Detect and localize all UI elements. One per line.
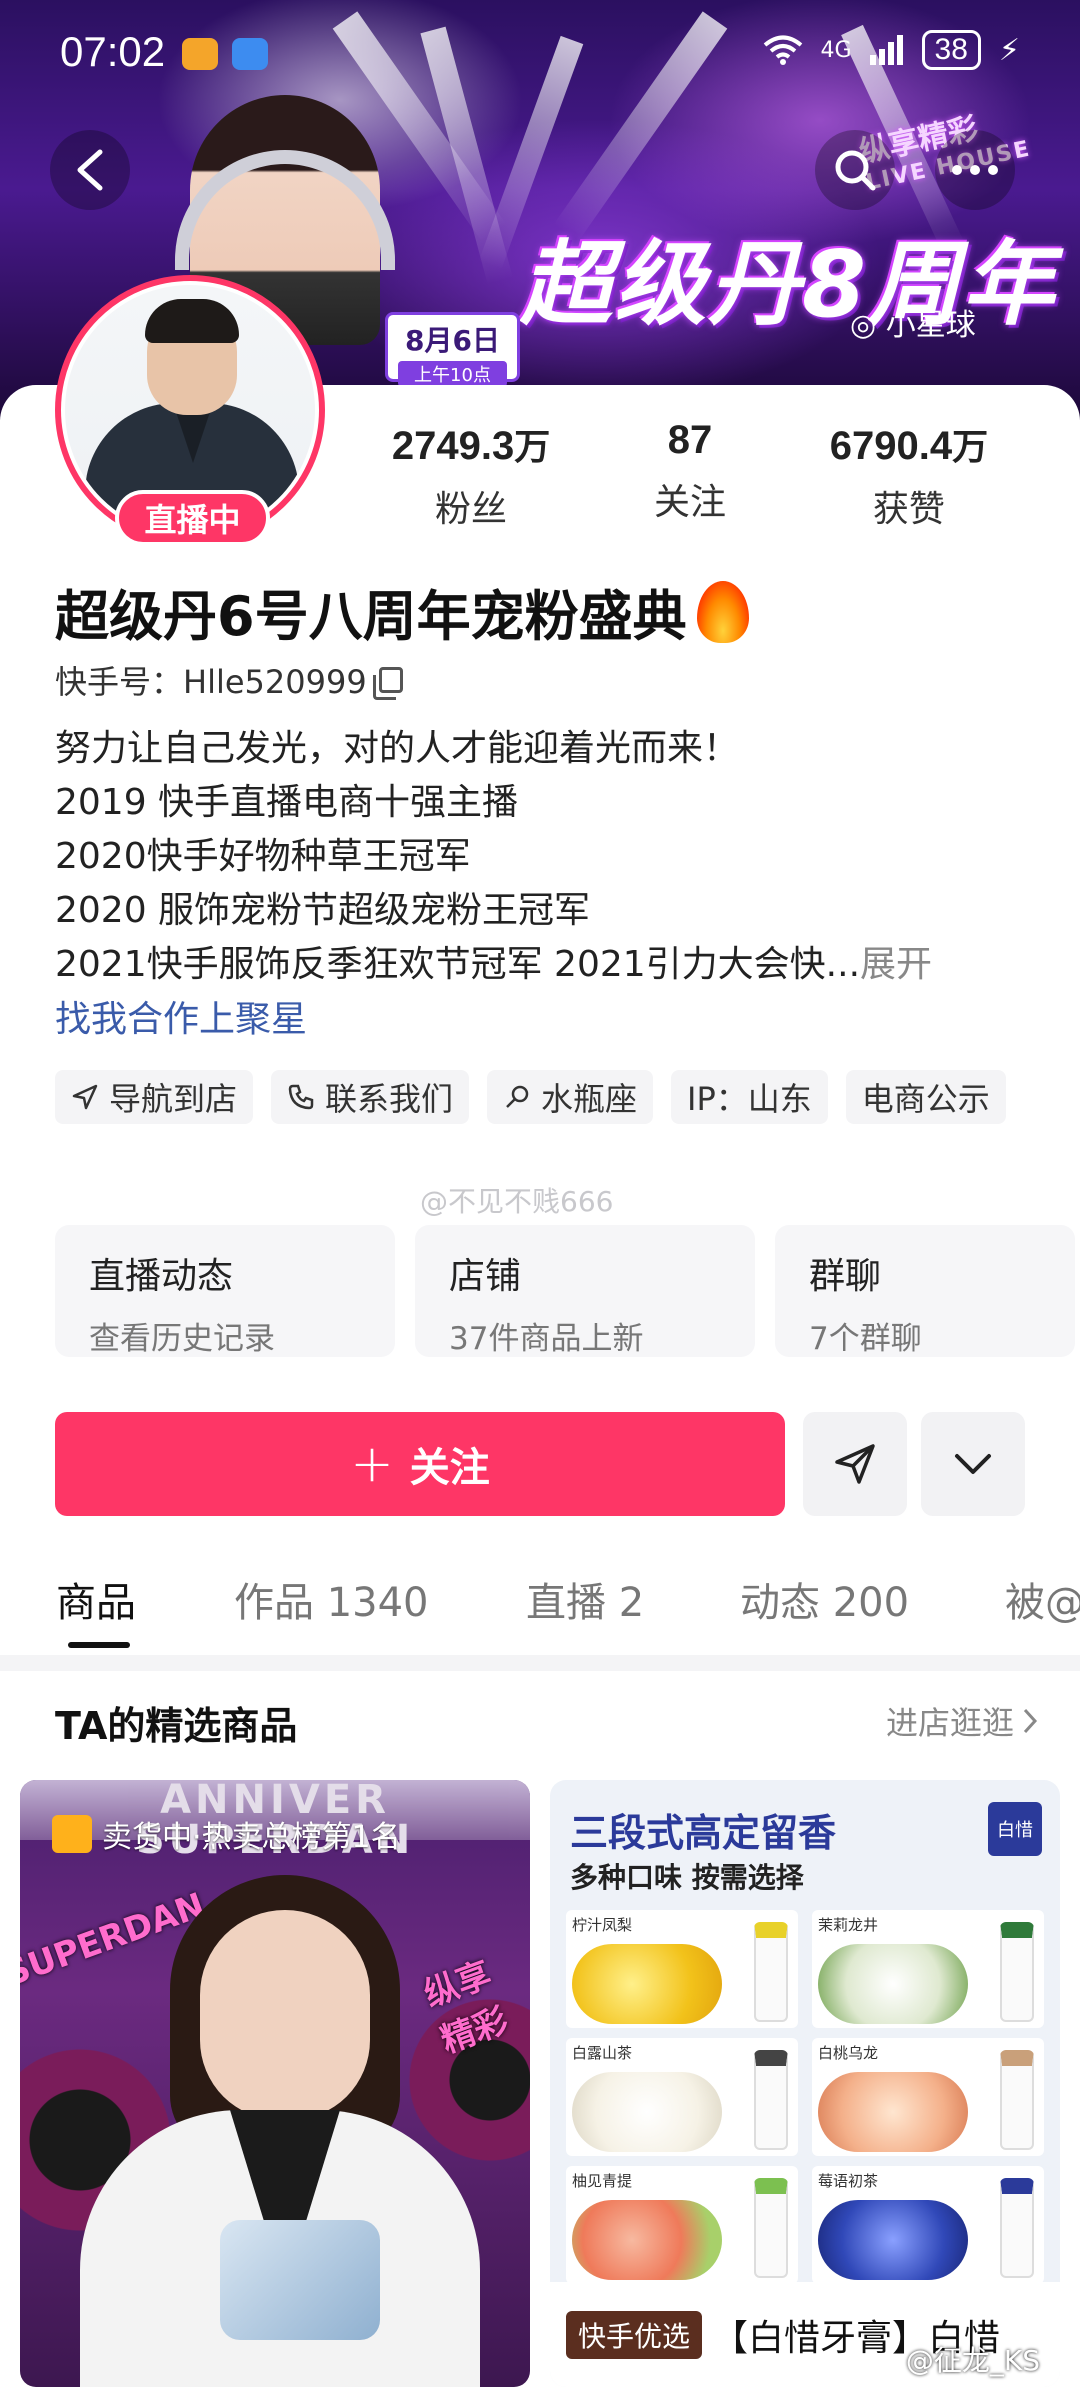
xingqiu-badge: ◎ 小星球 [850,308,976,343]
flavor-item: 莓语初茶 [812,2166,1044,2284]
plus-icon: + [350,1434,394,1494]
chevron-right-icon [1023,1708,1038,1734]
wifi-icon [763,35,802,65]
fire-icon [696,580,749,643]
expand-bio-link[interactable]: 展开 [860,944,932,985]
selling-badge: 卖货中·热卖总榜第1名 [52,1812,401,1856]
tag-zodiac[interactable]: 水瓶座 [487,1070,654,1124]
profile-stats: 2749.3万 粉丝 87 关注 6790.4万 获赞 [340,418,1040,532]
battery-indicator: 38 [921,30,981,70]
weibo-watermark-2: @征龙_KS [905,2344,1040,2377]
phone-icon [288,1084,314,1110]
brand-logo: 白惜 [988,1802,1042,1856]
tag-contact[interactable]: 联系我们 [271,1070,470,1124]
tab-live[interactable]: 直播 2 [526,1570,644,1628]
product2-subhead: 多种口味 按需选择 [570,1861,804,1894]
shopping-bag-icon [52,1815,92,1853]
send-icon [835,1444,875,1484]
status-time: 07:02 [60,28,166,75]
flavor-item: 柚见青提 [566,2166,798,2284]
profile-tabs: 商品 作品 1340 直播 2 动态 200 被@ [0,1560,1080,1650]
flavor-item: 白桃乌龙 [812,2038,1044,2156]
product-card-toothpaste[interactable]: 三段式高定留香 多种口味 按需选择 白惜 柠汁凤梨 茉莉龙井 白露山茶 白桃乌龙… [550,1780,1060,2387]
profile-name: 超级丹6号八周年宠粉盛典 [55,572,749,651]
active-tab-indicator [68,1642,130,1648]
visit-shop-link[interactable]: 进店逛逛 [886,1698,1038,1744]
card-group-chat[interactable]: 群聊 7个群聊 [775,1225,1075,1357]
expand-recommend-button[interactable] [921,1412,1025,1516]
send-message-button[interactable] [803,1412,907,1516]
live-badge[interactable]: 直播中 [115,490,270,546]
zodiac-icon [506,1085,529,1108]
more-button[interactable] [935,130,1015,210]
back-arrow-icon [77,149,103,191]
tab-moments[interactable]: 动态 200 [740,1570,909,1628]
navigation-icon [72,1084,98,1110]
tag-ip-location: IP：山东 [671,1070,828,1124]
tab-works[interactable]: 作品 1340 [234,1570,429,1628]
flavor-item: 柠汁凤梨 [566,1910,798,2028]
follow-button[interactable]: + 关注 [55,1412,785,1516]
profile-bio: 努力让自己发光，对的人才能迎着光而来！ 2019 快手直播电商十强主播 2020… [55,728,933,985]
section-divider [0,1655,1080,1671]
product1-side-text-right: 纵享精彩 [418,1954,514,2062]
charging-icon: ⚡ [998,32,1020,68]
date-badge: 8月6日 上午10点 [385,312,520,387]
flavor-item: 白露山茶 [566,2038,798,2156]
more-dots-icon [952,165,998,175]
copy-icon[interactable] [372,667,403,700]
flavor-item: 茉莉龙井 [812,1910,1044,2028]
status-bar: 07:02 4G 38 ⚡ [0,0,1080,110]
cooperation-link[interactable]: 找我合作上聚星 [55,990,307,1042]
kuaishou-id[interactable]: 快手号：Hlle520999 [55,657,403,703]
feature-cards: 直播动态 查看历史记录 店铺 37件商品上新 群聊 7个群聊 [55,1225,1075,1357]
product2-headline: 三段式高定留香 [570,1811,837,1855]
stat-likes[interactable]: 6790.4万 获赞 [830,418,988,532]
tab-products[interactable]: 商品 [56,1570,136,1628]
stat-following[interactable]: 87 关注 [654,418,726,532]
search-button[interactable] [815,130,895,210]
game-app-icon [182,38,218,70]
back-button[interactable] [50,130,130,210]
card-live-history[interactable]: 直播动态 查看历史记录 [55,1225,395,1357]
tag-ecommerce-notice[interactable]: 电商公示 [845,1070,1006,1124]
stat-fans[interactable]: 2749.3万 粉丝 [392,418,550,532]
kuaishou-select-tag: 快手优选 [566,2310,703,2359]
card-shop[interactable]: 店铺 37件商品上新 [415,1225,755,1357]
search-icon [835,150,876,191]
flavor-grid: 柠汁凤梨 茉莉龙井 白露山茶 白桃乌龙 柚见青提 莓语初茶 [566,1910,1044,2284]
upload-app-icon [232,38,268,70]
network-label: 4G [820,37,852,63]
chevron-down-icon [955,1454,991,1474]
profile-tags: 导航到店 联系我们 水瓶座 IP：山东 电商公示 [55,1070,1035,1124]
featured-products-title: TA的精选商品 [55,1704,298,1748]
tab-mentioned[interactable]: 被@ [1005,1570,1080,1628]
signal-icon [869,35,903,65]
weibo-watermark: @不见不贱666 [420,1185,614,1218]
tag-navigation[interactable]: 导航到店 [55,1070,254,1124]
product-card-live[interactable]: ANNIVER SUPERDAN SUPERDAN 纵享精彩 卖货中·热卖总榜第… [20,1780,530,2387]
